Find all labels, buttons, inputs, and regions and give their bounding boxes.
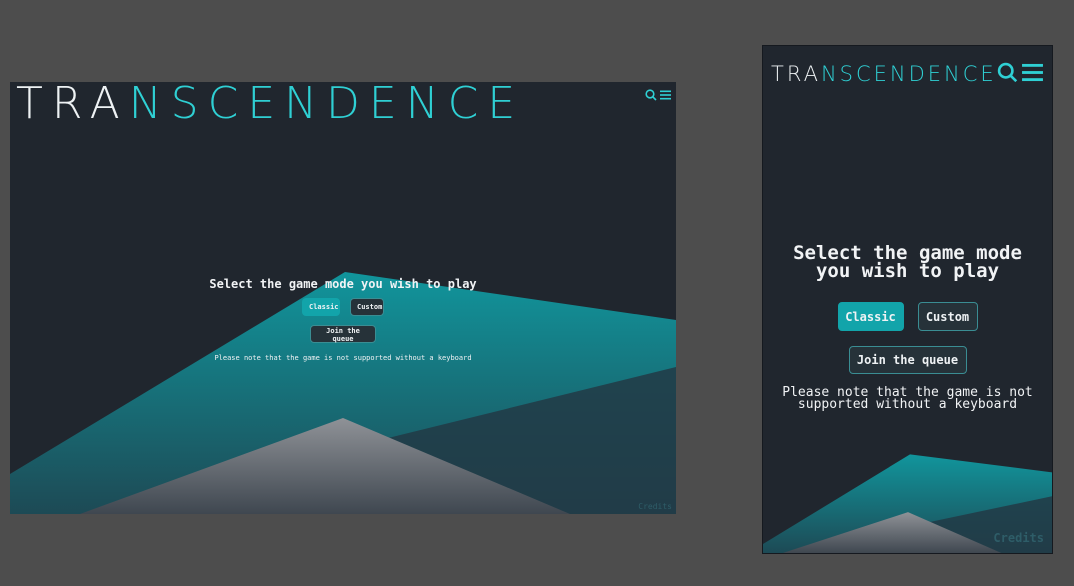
credits-link[interactable]: Credits (993, 531, 1044, 545)
game-mode-panel: Select the game mode you wish to play Cl… (763, 242, 1052, 412)
header-icons (645, 89, 671, 101)
keyboard-note: Please note that the game is not support… (782, 385, 1033, 412)
hamburger-menu-icon[interactable] (1022, 63, 1043, 82)
logo-suffix: NSCENDENCE (128, 82, 525, 129)
credits-link[interactable]: Credits (638, 502, 672, 511)
transcendence-logo[interactable]: TRANSCENDENCE (16, 82, 524, 126)
logo-prefix: TRA (771, 62, 821, 86)
logo-suffix: NSCENDENCE (820, 62, 997, 86)
logo-prefix: TRA (16, 82, 129, 129)
join-queue-button[interactable]: Join the queue (310, 325, 376, 343)
classic-button[interactable]: Classic (302, 298, 340, 316)
mode-buttons: Classic Custom (10, 298, 676, 316)
join-queue-button[interactable]: Join the queue (848, 346, 967, 374)
header-icons (997, 62, 1043, 83)
game-mode-panel: Select the game mode you wish to play Cl… (10, 277, 676, 362)
mobile-viewport: TRANSCENDENCE Select the game mode you w… (762, 45, 1053, 554)
classic-button[interactable]: Classic (837, 302, 904, 331)
transcendence-logo[interactable]: TRANSCENDENCE (771, 62, 997, 86)
search-icon[interactable] (645, 89, 657, 101)
keyboard-note: Please note that the game is not support… (214, 354, 472, 362)
custom-button[interactable]: Custom (350, 298, 384, 316)
search-icon[interactable] (997, 62, 1018, 83)
hamburger-menu-icon[interactable] (660, 90, 671, 100)
desktop-viewport: TRANSCENDENCE Select the game mode you w… (10, 82, 676, 514)
mode-buttons: Classic Custom (763, 302, 1052, 331)
game-mode-title: Select the game mode you wish to play (209, 277, 477, 291)
custom-button[interactable]: Custom (917, 302, 978, 331)
game-mode-title: Select the game mode you wish to play (793, 242, 1022, 282)
